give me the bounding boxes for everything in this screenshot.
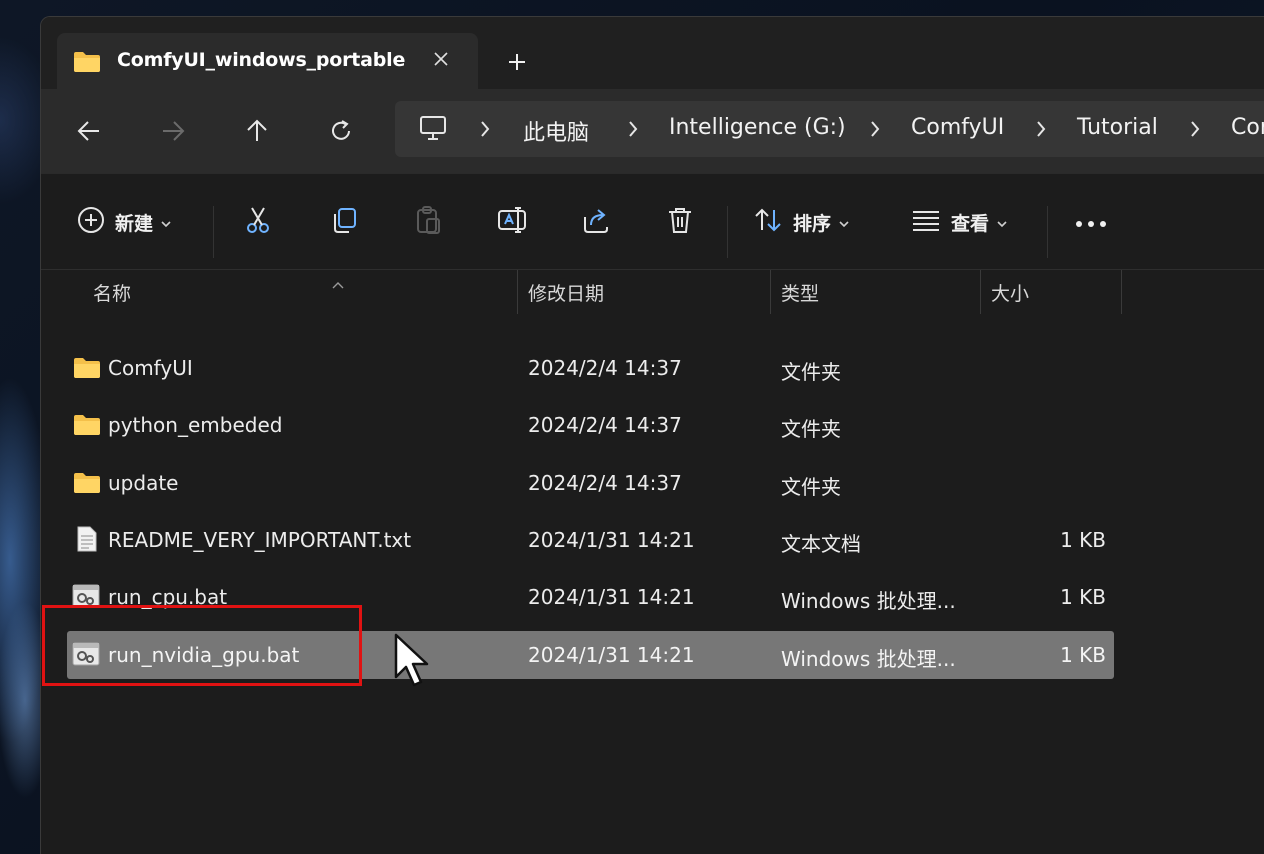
column-divider[interactable] — [1121, 270, 1122, 314]
breadcrumb-item[interactable]: Cor — [1231, 115, 1264, 140]
copy-button[interactable] — [329, 202, 359, 242]
column-header-type[interactable]: 类型 — [771, 270, 980, 314]
chevron-right-icon[interactable] — [479, 120, 491, 142]
file-type: 文件夹 — [781, 475, 841, 499]
chevron-down-icon — [997, 213, 1007, 232]
folder-icon — [73, 414, 101, 440]
trash-icon — [666, 205, 694, 239]
refresh-icon[interactable] — [319, 109, 363, 153]
arrow-left-icon[interactable] — [67, 109, 111, 153]
folder-icon — [73, 472, 101, 498]
chevron-right-icon[interactable] — [1035, 120, 1047, 142]
list-item[interactable]: README_VERY_IMPORTANT.txt 2024/1/31 14:2… — [67, 516, 1114, 564]
new-label: 新建 — [115, 212, 154, 235]
file-explorer-window: ComfyUI_windows_portable 此电脑 Intelligenc… — [40, 16, 1264, 854]
column-header-size[interactable]: 大小 — [981, 270, 1121, 314]
chevron-down-icon — [161, 213, 171, 232]
file-type: 文件夹 — [781, 360, 841, 384]
tab-title: ComfyUI_windows_portable — [117, 49, 406, 71]
mouse-cursor-icon — [394, 633, 430, 693]
chevron-right-icon[interactable] — [627, 120, 639, 142]
file-date: 2024/2/4 14:37 — [528, 471, 682, 495]
file-type: Windows 批处理... — [781, 589, 956, 613]
file-size: 1 KB — [1060, 643, 1106, 667]
scissors-icon — [243, 205, 273, 239]
column-size-label: 大小 — [991, 282, 1030, 305]
file-name: ComfyUI — [108, 356, 193, 380]
file-name: update — [108, 471, 179, 495]
view-label: 查看 — [951, 212, 990, 235]
highlight-annotation-box — [42, 605, 362, 686]
file-size: 1 KB — [1060, 528, 1106, 552]
list-item[interactable]: ComfyUI 2024/2/4 14:37 文件夹 — [67, 344, 1114, 392]
breadcrumb-item[interactable]: ComfyUI — [911, 115, 1004, 140]
list-view-icon — [911, 208, 941, 236]
plus-circle-icon — [77, 206, 105, 238]
arrow-up-icon[interactable] — [235, 109, 279, 153]
share-button[interactable] — [581, 202, 611, 242]
column-type-label: 类型 — [781, 282, 820, 305]
file-size: 1 KB — [1060, 585, 1106, 609]
file-date: 2024/1/31 14:21 — [528, 528, 695, 552]
sort-icon — [753, 206, 783, 238]
rename-button[interactable] — [497, 202, 529, 242]
cut-button[interactable] — [243, 202, 273, 242]
delete-button[interactable] — [666, 202, 694, 242]
sort-ascending-icon — [331, 272, 345, 294]
sort-label: 排序 — [793, 212, 832, 235]
chevron-down-icon — [839, 213, 849, 232]
column-header-date[interactable]: 修改日期 — [518, 270, 770, 314]
file-type: 文本文档 — [781, 532, 861, 556]
paste-button[interactable] — [413, 202, 443, 242]
breadcrumb-item[interactable]: Intelligence (G:) — [669, 115, 846, 140]
address-bar[interactable]: 此电脑 Intelligence (G:) ComfyUI Tutorial C… — [395, 101, 1264, 157]
file-type: Windows 批处理... — [781, 647, 956, 671]
file-list: 名称 修改日期 类型 大小 ComfyUI 2024/2/4 14:37 文件夹 — [41, 269, 1264, 854]
tab-comfyui-windows-portable[interactable]: ComfyUI_windows_portable — [57, 33, 478, 89]
file-date: 2024/1/31 14:21 — [528, 643, 695, 667]
list-item[interactable]: python_embeded 2024/2/4 14:37 文件夹 — [67, 401, 1114, 449]
text-file-icon — [77, 526, 97, 556]
share-icon — [581, 205, 611, 239]
breadcrumb-item[interactable]: Tutorial — [1077, 115, 1158, 140]
navigation-bar: 此电脑 Intelligence (G:) ComfyUI Tutorial C… — [41, 89, 1264, 173]
new-button[interactable]: 新建 — [77, 202, 171, 242]
toolbar-divider — [727, 206, 728, 258]
monitor-icon[interactable] — [419, 114, 447, 146]
rename-icon — [497, 205, 529, 239]
chevron-right-icon[interactable] — [1189, 120, 1201, 142]
tab-strip: ComfyUI_windows_portable — [41, 17, 1264, 89]
file-name: README_VERY_IMPORTANT.txt — [108, 528, 412, 552]
chevron-right-icon[interactable] — [869, 120, 881, 142]
breadcrumb-item[interactable]: 此电脑 — [523, 115, 589, 147]
list-item[interactable]: update 2024/2/4 14:37 文件夹 — [67, 459, 1114, 507]
copy-icon — [329, 205, 359, 239]
arrow-right-icon[interactable] — [151, 109, 195, 153]
more-icon — [1075, 213, 1107, 232]
toolbar-divider — [1047, 206, 1048, 258]
column-header-name[interactable]: 名称 — [81, 270, 517, 314]
file-name: python_embeded — [108, 413, 283, 437]
plus-icon[interactable] — [502, 47, 532, 77]
column-date-label: 修改日期 — [528, 282, 605, 305]
file-type: 文件夹 — [781, 417, 841, 441]
file-date: 2024/2/4 14:37 — [528, 356, 682, 380]
toolbar-divider — [213, 206, 214, 258]
folder-icon — [73, 357, 101, 383]
file-date: 2024/1/31 14:21 — [528, 585, 695, 609]
view-button[interactable]: 查看 — [911, 202, 1007, 242]
close-icon[interactable] — [427, 45, 455, 73]
more-options-button[interactable] — [1075, 202, 1107, 242]
clipboard-icon — [413, 205, 443, 239]
sort-button[interactable]: 排序 — [753, 202, 849, 242]
command-bar: 新建 排序 查看 — [41, 173, 1264, 269]
folder-icon — [73, 51, 101, 77]
column-name-label: 名称 — [93, 282, 132, 305]
file-date: 2024/2/4 14:37 — [528, 413, 682, 437]
